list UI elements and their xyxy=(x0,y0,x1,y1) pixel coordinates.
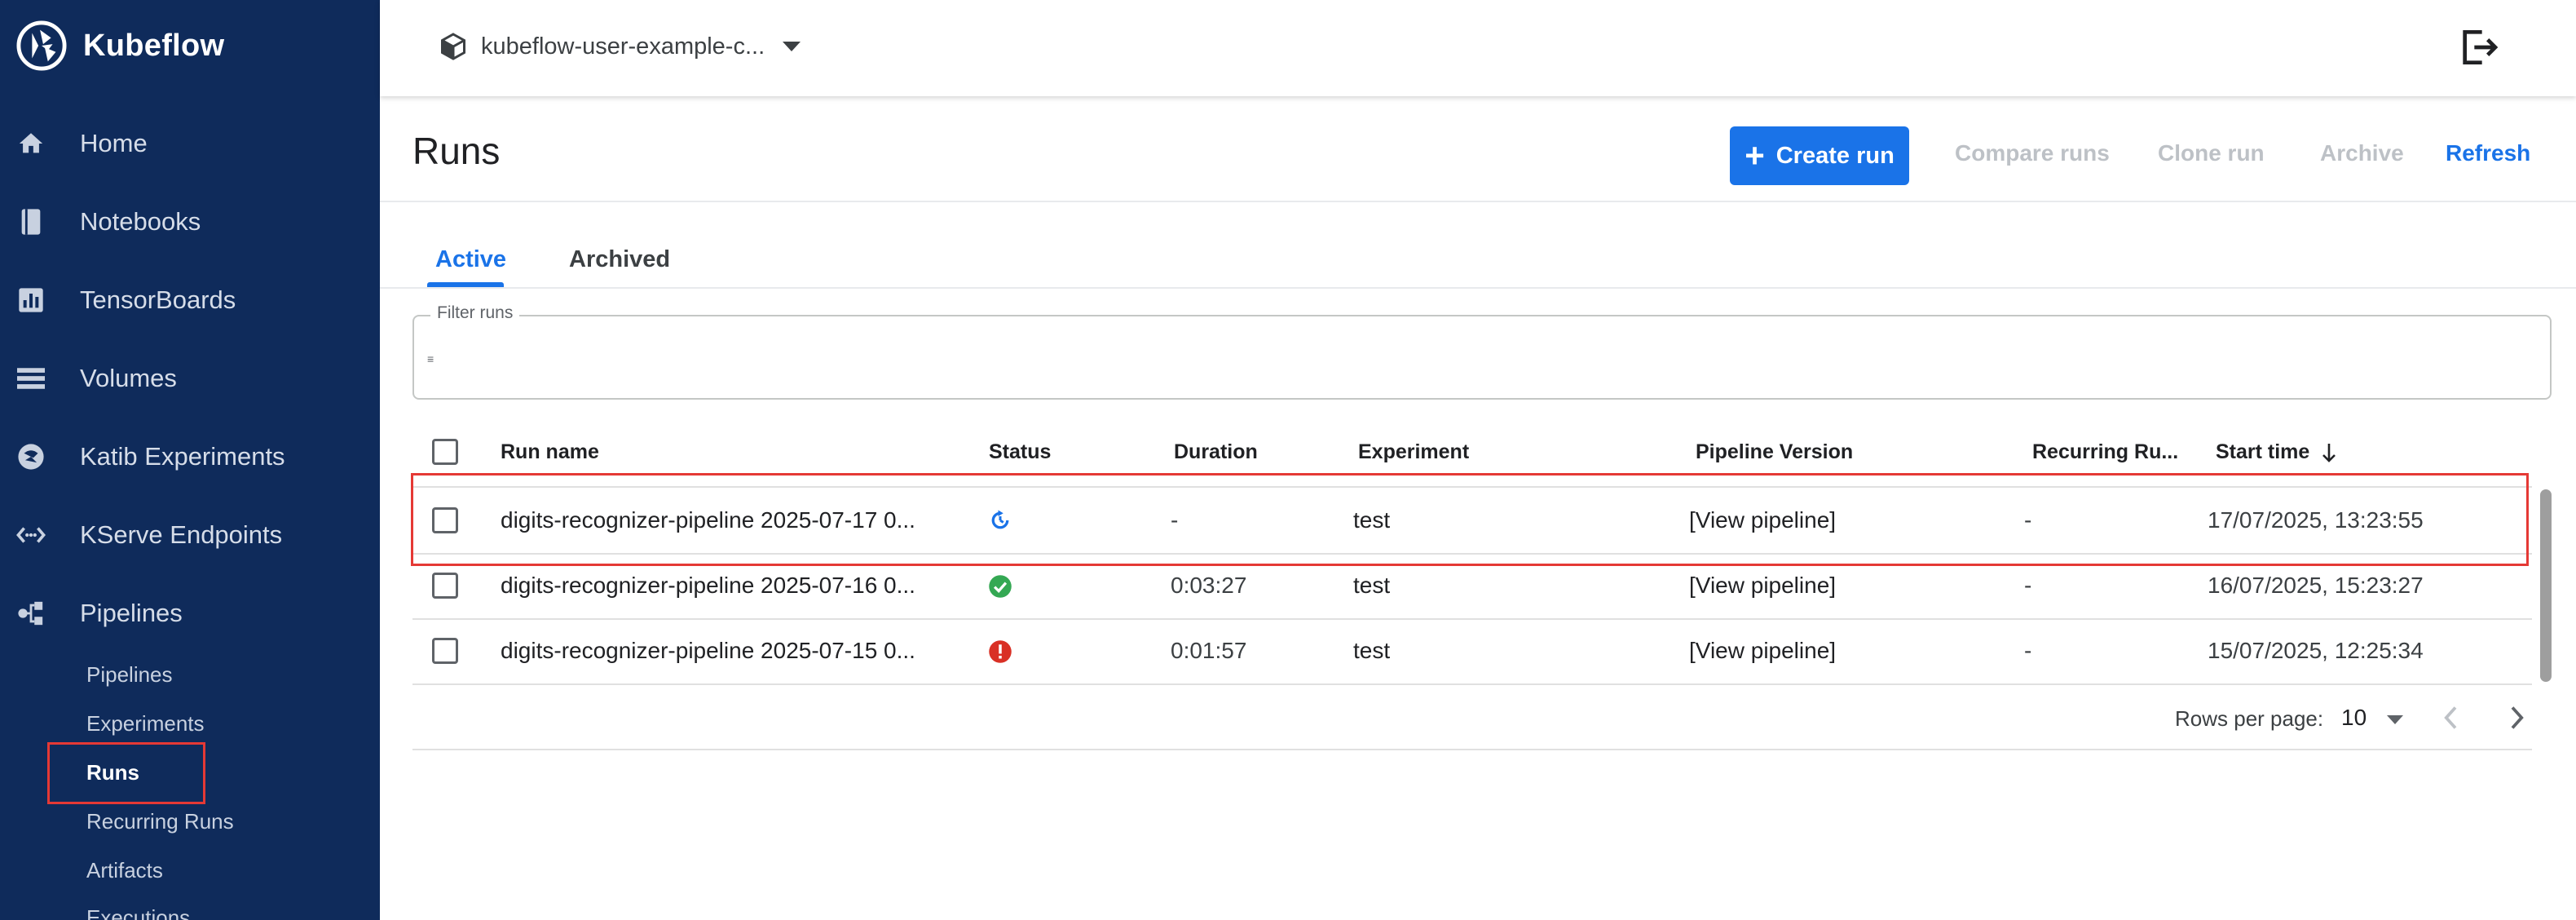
sidebar-subitem-experiments[interactable]: Experiments xyxy=(86,711,205,736)
sidebar-item-tensorboards[interactable]: TensorBoards xyxy=(0,261,380,339)
storage-icon xyxy=(15,362,47,395)
experiment-link[interactable]: test xyxy=(1353,573,1390,599)
column-header-experiment[interactable]: Experiment xyxy=(1358,440,1469,464)
footer-divider xyxy=(412,749,2532,750)
column-header-status[interactable]: Status xyxy=(989,440,1051,464)
namespace-cube-icon xyxy=(441,33,465,60)
success-icon xyxy=(989,575,1012,598)
duration: 0:01:57 xyxy=(1171,638,1247,663)
tab-active[interactable]: Active xyxy=(435,246,506,273)
sidebar-item-home[interactable]: Home xyxy=(0,104,380,183)
start-time: 15/07/2025, 12:25:34 xyxy=(2208,638,2424,663)
select-all-checkbox[interactable] xyxy=(432,439,458,465)
sidebar-subitem-executions[interactable]: Executions xyxy=(86,905,190,920)
brand[interactable]: Kubeflow xyxy=(16,20,224,72)
start-time: 16/07/2025, 15:23:27 xyxy=(2208,573,2424,598)
error-icon xyxy=(989,640,1012,663)
tabs-divider xyxy=(380,287,2576,289)
refresh-button[interactable]: Refresh xyxy=(2446,140,2530,166)
duration: 0:03:27 xyxy=(1171,573,1247,598)
divider xyxy=(380,201,2576,202)
rows-per-page-label: Rows per page: xyxy=(2175,706,2324,731)
sidebar-item-label: Katib Experiments xyxy=(80,442,285,471)
column-header-recurring-run[interactable]: Recurring Ru... xyxy=(2032,440,2178,464)
filter-icon: ≡ xyxy=(427,352,434,365)
sidebar-item-label: Home xyxy=(80,129,148,157)
plus-icon: + xyxy=(1745,136,1765,175)
create-run-label: Create run xyxy=(1775,142,1895,169)
column-header-start-time[interactable]: Start time xyxy=(2216,440,2309,464)
namespace-label: kubeflow-user-example-c... xyxy=(481,33,765,60)
sidebar-subitem-recurring-runs[interactable]: Recurring Runs xyxy=(86,809,234,834)
row-divider xyxy=(412,618,2532,620)
run-name-link[interactable]: digits-recognizer-pipeline 2025-07-15 0.… xyxy=(501,638,915,664)
sidebar-item-kserve[interactable]: KServe Endpoints xyxy=(0,496,380,574)
chevron-down-icon xyxy=(783,42,801,51)
endpoint-icon xyxy=(15,519,47,551)
column-header-run-name[interactable]: Run name xyxy=(501,440,599,464)
row-checkbox[interactable] xyxy=(432,638,458,664)
create-run-button[interactable]: + Create run xyxy=(1730,126,1909,185)
notebook-icon xyxy=(15,206,47,238)
run-name-link[interactable]: digits-recognizer-pipeline 2025-07-16 0.… xyxy=(501,573,915,599)
page-title: Runs xyxy=(412,130,501,172)
archive-button[interactable]: Archive xyxy=(2320,140,2404,166)
pipeline-icon xyxy=(15,597,47,630)
table-scrollbar[interactable] xyxy=(2540,489,2552,682)
sort-descending-icon[interactable] xyxy=(2319,441,2339,464)
sidebar-item-label: Notebooks xyxy=(80,207,201,236)
sidebar-item-label: Volumes xyxy=(80,364,177,392)
namespace-selector[interactable]: kubeflow-user-example-c... xyxy=(439,27,801,66)
sidebar-item-label: TensorBoards xyxy=(80,285,236,314)
clone-run-button[interactable]: Clone run xyxy=(2158,140,2265,166)
sidebar-item-label: KServe Endpoints xyxy=(80,520,283,549)
row-checkbox[interactable] xyxy=(432,573,458,599)
filter-runs-field[interactable]: Filter runs ≡ xyxy=(412,303,2552,400)
view-pipeline-link[interactable]: [View pipeline] xyxy=(1689,638,1836,664)
top-bar: kubeflow-user-example-c... xyxy=(380,0,2576,96)
sidebar-subitem-pipelines[interactable]: Pipelines xyxy=(86,662,173,688)
compare-runs-button[interactable]: Compare runs xyxy=(1955,140,2110,166)
app-name: Kubeflow xyxy=(83,28,225,63)
column-header-pipeline-version[interactable]: Pipeline Version xyxy=(1696,440,1853,464)
chart-icon xyxy=(15,284,47,316)
next-page-icon[interactable] xyxy=(2504,700,2529,736)
sidebar-subitem-artifacts[interactable]: Artifacts xyxy=(86,858,163,883)
sidebar-item-pipelines[interactable]: Pipelines xyxy=(0,574,380,652)
filter-runs-input[interactable] xyxy=(455,339,2496,378)
sidebar: Kubeflow Home Notebooks TensorBoards Vol… xyxy=(0,0,380,920)
view-pipeline-link[interactable]: [View pipeline] xyxy=(1689,573,1836,599)
row-highlight-box xyxy=(411,473,2529,566)
experiment-link[interactable]: test xyxy=(1353,638,1390,664)
row-divider xyxy=(412,683,2532,685)
runs-highlight-box xyxy=(47,742,205,804)
kubeflow-logo-icon xyxy=(16,20,67,71)
logout-icon[interactable] xyxy=(2455,24,2501,70)
column-header-duration[interactable]: Duration xyxy=(1174,440,1258,464)
tab-archived[interactable]: Archived xyxy=(569,246,670,273)
recurring-run: - xyxy=(2024,573,2032,598)
previous-page-icon[interactable] xyxy=(2439,700,2464,736)
sidebar-item-katib[interactable]: Katib Experiments xyxy=(0,418,380,496)
sidebar-item-label: Pipelines xyxy=(80,599,183,627)
rows-per-page-select[interactable]: 10 xyxy=(2341,705,2366,731)
recurring-run: - xyxy=(2024,638,2032,663)
home-icon xyxy=(15,127,47,160)
filter-runs-label: Filter runs xyxy=(430,303,520,323)
sidebar-item-notebooks[interactable]: Notebooks xyxy=(0,183,380,261)
experiment-icon xyxy=(15,440,47,473)
chevron-down-icon[interactable] xyxy=(2387,715,2403,724)
sidebar-item-volumes[interactable]: Volumes xyxy=(0,339,380,418)
